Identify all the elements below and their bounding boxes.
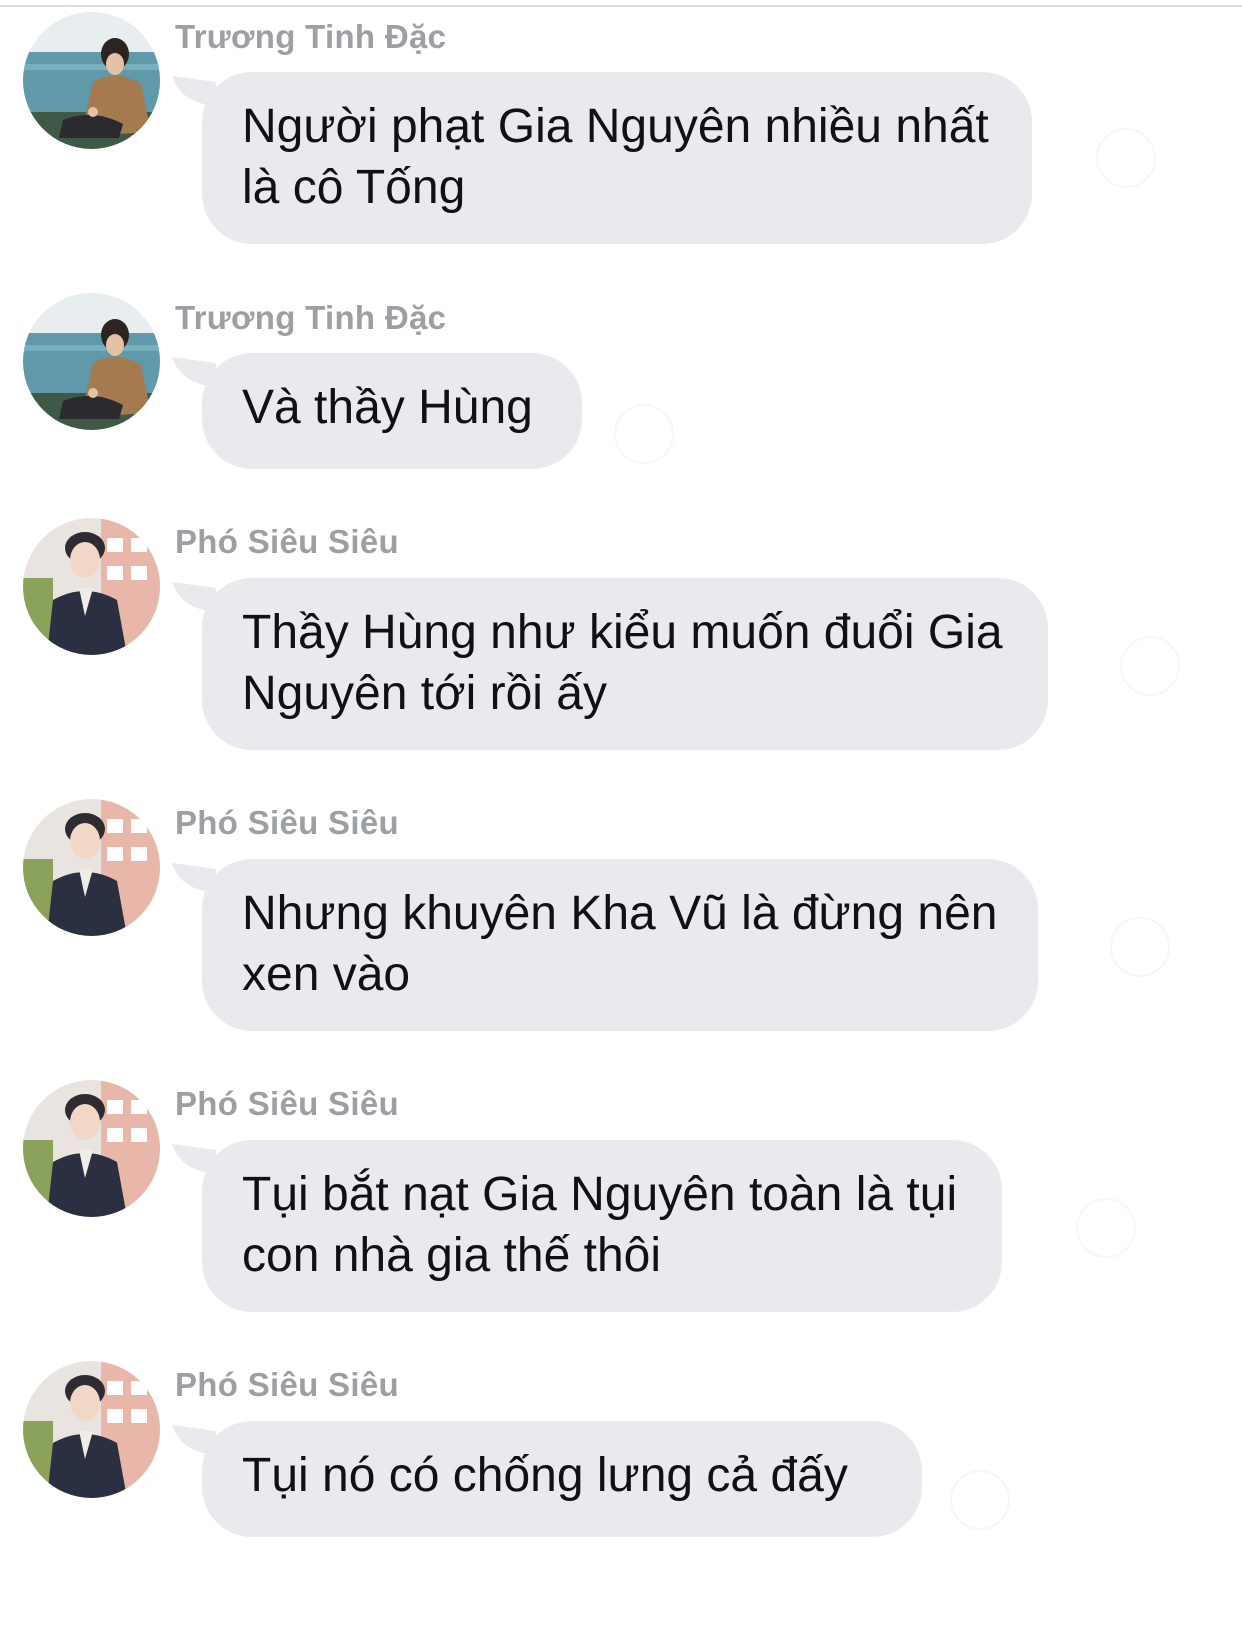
sender-name: Phó Siêu Siêu [175, 804, 399, 841]
sender-name: Trương Tinh Đặc [175, 18, 447, 55]
message-line: là cô Tống [242, 161, 466, 214]
message-bubble[interactable]: Người phạt Gia Nguyên nhiều nhất là cô T… [202, 72, 1032, 244]
message-line: Tụi bắt nạt Gia Nguyên toàn là tụi [242, 1168, 958, 1221]
message-line: Nguyên tới rồi ấy [242, 667, 607, 720]
sender-name: Trương Tinh Đặc [175, 299, 447, 336]
avatar[interactable] [23, 518, 160, 655]
message-bubble[interactable]: Tụi bắt nạt Gia Nguyên toàn là tụi con n… [202, 1140, 1002, 1312]
message-bubble[interactable]: Thầy Hùng như kiểu muốn đuổi Gia Nguyên … [202, 578, 1048, 750]
avatar[interactable] [23, 12, 160, 149]
sender-name: Phó Siêu Siêu [175, 1366, 399, 1403]
sender-name: Phó Siêu Siêu [175, 1085, 399, 1122]
message-line: Người phạt Gia Nguyên nhiều nhất [242, 100, 989, 153]
react-icon[interactable] [1076, 1198, 1136, 1258]
message-bubble[interactable]: Và thầy Hùng [202, 353, 582, 469]
message-line: con nhà gia thế thôi [242, 1229, 661, 1282]
react-icon[interactable] [1096, 128, 1156, 188]
message-line: Tụi nó có chống lưng cả đấy [242, 1449, 848, 1502]
message-bubble[interactable]: Nhưng khuyên Kha Vũ là đừng nên xen vào [202, 859, 1038, 1031]
sender-name: Phó Siêu Siêu [175, 523, 399, 560]
message-line: Nhưng khuyên Kha Vũ là đừng nên [242, 887, 998, 940]
react-icon[interactable] [1110, 917, 1170, 977]
avatar[interactable] [23, 799, 160, 936]
message-bubble[interactable]: Tụi nó có chống lưng cả đấy [202, 1421, 922, 1537]
avatar[interactable] [23, 293, 160, 430]
message-line: Và thầy Hùng [242, 381, 533, 434]
react-icon[interactable] [950, 1470, 1010, 1530]
message-line: Thầy Hùng như kiểu muốn đuổi Gia [242, 606, 1003, 659]
avatar[interactable] [23, 1080, 160, 1217]
react-icon[interactable] [1120, 636, 1180, 696]
message-line: xen vào [242, 948, 411, 1001]
react-icon[interactable] [614, 404, 674, 464]
top-divider [0, 5, 1242, 7]
avatar[interactable] [23, 1361, 160, 1498]
